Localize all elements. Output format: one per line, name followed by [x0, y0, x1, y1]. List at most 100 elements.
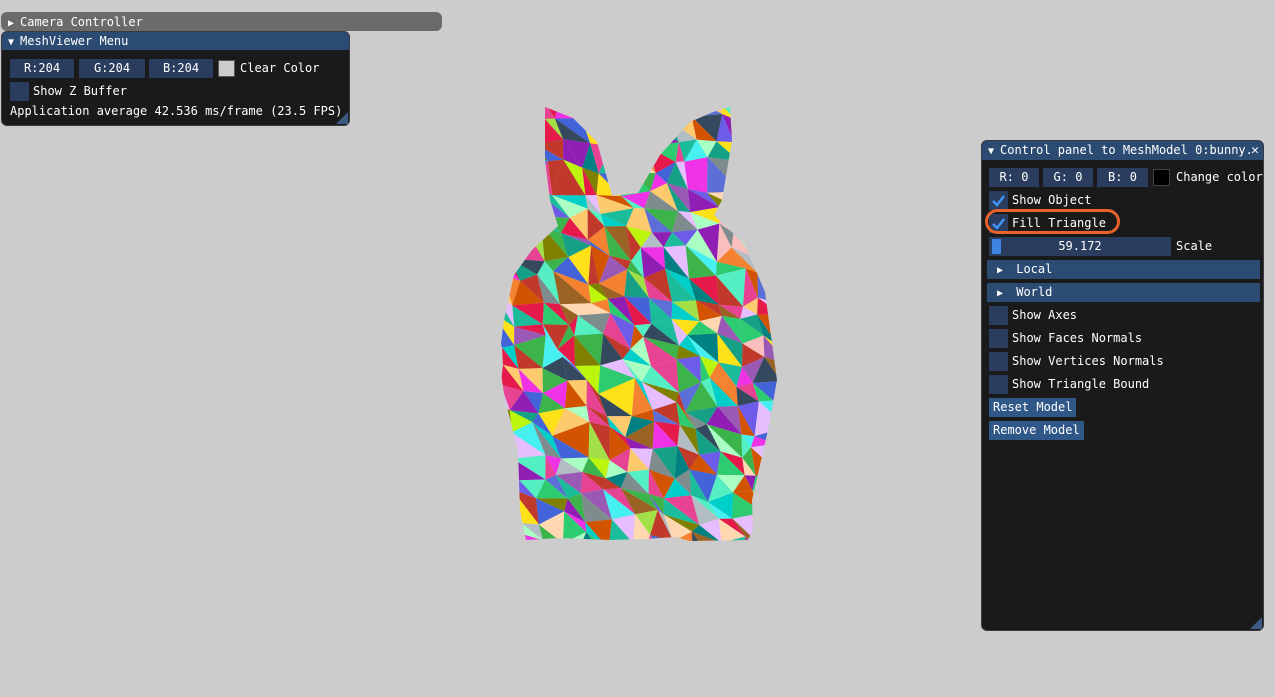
collapse-arrow-icon[interactable]: ▼ — [8, 34, 20, 50]
mesh-facet — [596, 173, 622, 197]
scale-slider[interactable]: 59.172 — [989, 237, 1171, 256]
mesh-facet — [670, 541, 693, 564]
clear-color-label: Clear Color — [240, 61, 320, 75]
mesh-facet — [753, 235, 777, 258]
mesh-facet — [499, 107, 515, 130]
mesh-facet — [587, 107, 613, 124]
show-axes-checkbox[interactable] — [989, 306, 1008, 325]
show-faces-normals-checkbox[interactable] — [989, 329, 1008, 348]
clear-color-swatch[interactable] — [218, 60, 235, 77]
mesh-facet — [523, 201, 542, 227]
mesh-facet — [763, 150, 777, 166]
scale-value: 59.172 — [1058, 239, 1102, 253]
mesh-facet — [733, 208, 754, 236]
mesh-facet — [499, 158, 515, 195]
mesh-facet — [499, 129, 515, 143]
mesh-facet — [691, 107, 723, 117]
show-triangle-bound-label: Show Triangle Bound — [1012, 377, 1150, 391]
mesh-facet — [499, 274, 513, 306]
camera-controller-window[interactable]: ▶ Camera Controller — [1, 12, 442, 31]
show-vertices-normals-label: Show Vertices Normals — [1012, 354, 1164, 368]
mesh-facet — [753, 206, 777, 228]
mesh-facet — [499, 201, 525, 227]
scale-label: Scale — [1176, 239, 1213, 253]
local-label: Local — [1016, 262, 1053, 276]
mesh-facet — [641, 107, 673, 123]
meshviewer-menu-window: ▼ MeshViewer Menu R:204 G:204 B:204 Clear… — [1, 31, 350, 126]
world-label: World — [1016, 285, 1053, 299]
model-color-swatch[interactable] — [1153, 169, 1170, 186]
resize-grip-icon[interactable] — [1250, 617, 1262, 629]
mesh-facet — [761, 129, 775, 151]
mesh-facet — [499, 140, 515, 159]
mesh-facet — [514, 187, 546, 217]
mesh-facet — [631, 107, 642, 129]
mesh-facet — [513, 107, 545, 120]
mesh-facet — [672, 107, 692, 123]
mesh-facet — [763, 542, 789, 564]
mesh-facet — [632, 107, 647, 119]
mesh-facet — [514, 194, 546, 217]
collapse-arrow-icon[interactable]: ▼ — [988, 142, 1000, 160]
mesh-facet — [631, 118, 650, 148]
mesh-facet — [612, 123, 632, 145]
mesh-facet — [543, 107, 555, 120]
clear-color-b-field[interactable]: B:204 — [149, 59, 213, 78]
world-header[interactable]: ▶ World — [987, 283, 1260, 302]
mesh-facet — [499, 140, 511, 165]
show-z-buffer-checkbox[interactable] — [10, 82, 29, 101]
mesh-facet — [608, 107, 632, 129]
mesh-facet — [523, 201, 546, 226]
change-color-label: Change color — [1176, 170, 1263, 184]
mesh-facet — [752, 490, 777, 522]
mesh-facet — [745, 536, 764, 541]
meshviewer-titlebar[interactable]: ▼ MeshViewer Menu — [2, 32, 349, 50]
remove-model-button[interactable]: Remove Model — [989, 421, 1084, 440]
mesh-facet — [611, 123, 630, 147]
mesh-facet — [650, 535, 674, 541]
clear-color-g-field[interactable]: G:204 — [79, 59, 145, 78]
reset-model-button[interactable]: Reset Model — [989, 398, 1077, 417]
meshviewer-title: MeshViewer Menu — [20, 34, 129, 48]
mesh-facet — [629, 128, 650, 148]
mesh-facet — [499, 448, 520, 481]
show-vertices-normals-checkbox[interactable] — [989, 352, 1008, 371]
mesh-facet — [609, 543, 633, 558]
mesh-facet — [608, 107, 633, 129]
mesh-facet — [499, 427, 513, 459]
mesh-facet — [761, 116, 777, 150]
mesh-facet — [752, 490, 777, 522]
show-object-label: Show Object — [1012, 193, 1092, 207]
mesh-facet — [499, 213, 525, 239]
mesh-facet — [734, 119, 765, 151]
mesh-facet — [624, 543, 642, 560]
expand-arrow-icon: ▶ — [997, 288, 1004, 299]
local-header[interactable]: ▶ Local — [987, 260, 1260, 279]
mesh-facet — [753, 179, 777, 219]
mesh-facet — [499, 107, 515, 120]
show-triangle-bound-checkbox[interactable] — [989, 375, 1008, 394]
camera-controller-title: Camera Controller — [20, 15, 143, 29]
model-color-r-field[interactable]: R: 0 — [989, 168, 1039, 187]
model-color-g-field[interactable]: G: 0 — [1043, 168, 1093, 187]
mesh-facet — [753, 227, 777, 254]
resize-grip-icon[interactable] — [336, 112, 348, 124]
mesh-facet — [730, 107, 762, 130]
mesh-facet — [721, 536, 746, 541]
mesh-facet — [734, 119, 765, 151]
mesh-facet — [513, 107, 545, 120]
show-faces-normals-label: Show Faces Normals — [1012, 331, 1143, 345]
show-z-buffer-label: Show Z Buffer — [33, 84, 127, 98]
scale-slider-grab[interactable] — [992, 239, 1001, 254]
mesh-facet — [750, 447, 777, 477]
show-object-checkbox[interactable] — [989, 191, 1008, 210]
close-icon[interactable]: ✕ — [1251, 142, 1259, 159]
expand-arrow-icon[interactable]: ▶ — [8, 14, 20, 31]
mesh-facet — [629, 144, 656, 174]
model-color-b-field[interactable]: B: 0 — [1097, 168, 1148, 187]
control-panel-title: Control panel to MeshModel 0:bunny. — [1000, 143, 1253, 157]
clear-color-r-field[interactable]: R:204 — [10, 59, 74, 78]
mesh-facet — [766, 107, 777, 117]
control-panel-titlebar[interactable]: ▼ Control panel to MeshModel 0:bunny. — [982, 141, 1263, 160]
mesh-facet — [499, 427, 513, 459]
